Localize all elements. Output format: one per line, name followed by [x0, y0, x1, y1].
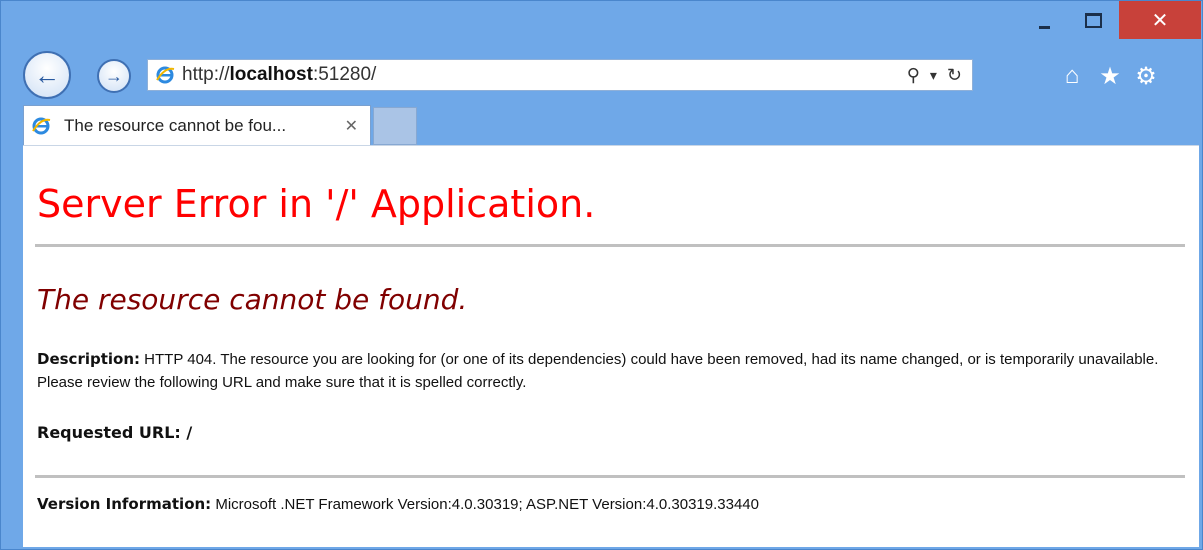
description-label: Description: — [37, 350, 141, 368]
url-scheme: http:// — [182, 64, 230, 85]
star-icon: ★ — [1099, 62, 1121, 90]
page-title: Server Error in '/' Application. — [37, 182, 596, 226]
page-content: Server Error in '/' Application. The res… — [23, 145, 1199, 547]
ie-icon — [154, 64, 176, 86]
requested-url-label: Requested URL: — [37, 423, 181, 442]
tools-button[interactable]: ⚙ — [1131, 61, 1161, 91]
browser-window: ✕ ← → http://localhost:51280/ ⚲ ▾ ↻ ⌂ ★ … — [0, 0, 1203, 550]
forward-button[interactable]: → — [97, 59, 131, 93]
new-tab-button[interactable] — [373, 107, 417, 145]
back-button[interactable]: ← — [23, 51, 71, 99]
minimize-icon — [1038, 25, 1050, 29]
version-info: Version Information: Microsoft .NET Fram… — [37, 495, 759, 513]
version-label: Version Information: — [37, 495, 212, 513]
home-icon: ⌂ — [1064, 62, 1080, 89]
requested-url: Requested URL: / — [37, 423, 192, 443]
tab-close-icon[interactable]: ✕ — [345, 116, 358, 136]
close-button[interactable]: ✕ — [1119, 1, 1201, 39]
requested-url-value: / — [180, 423, 193, 442]
maximize-button[interactable] — [1071, 1, 1115, 39]
back-icon: ← — [34, 59, 60, 90]
refresh-icon[interactable]: ↻ — [947, 65, 962, 86]
url-host: localhost — [229, 64, 313, 85]
minimize-button[interactable] — [1025, 1, 1063, 39]
version-text: Microsoft .NET Framework Version:4.0.303… — [211, 496, 759, 513]
close-icon: ✕ — [1151, 9, 1169, 32]
maximize-icon — [1084, 12, 1102, 28]
address-url[interactable]: http://localhost:51280/ — [182, 64, 376, 86]
error-description: Description: HTTP 404. The resource you … — [37, 348, 1187, 394]
gear-icon: ⚙ — [1135, 62, 1157, 90]
tab-active[interactable]: The resource cannot be fou... ✕ — [23, 105, 371, 145]
error-subtitle: The resource cannot be found. — [37, 283, 468, 316]
address-bar[interactable]: http://localhost:51280/ ⚲ ▾ ↻ — [147, 59, 973, 91]
divider — [35, 244, 1185, 247]
url-port: :51280/ — [312, 64, 377, 85]
search-icon[interactable]: ⚲ — [907, 65, 920, 86]
divider — [35, 475, 1185, 478]
home-button[interactable]: ⌂ — [1057, 61, 1087, 91]
tab-ie-icon — [30, 115, 52, 137]
favorites-button[interactable]: ★ — [1095, 61, 1125, 91]
address-tools: ⚲ ▾ ↻ — [907, 60, 962, 90]
chevron-down-icon[interactable]: ▾ — [930, 67, 937, 84]
forward-icon: → — [105, 65, 123, 86]
description-text: HTTP 404. The resource you are looking f… — [37, 351, 1159, 391]
tab-title: The resource cannot be fou... — [64, 115, 287, 135]
